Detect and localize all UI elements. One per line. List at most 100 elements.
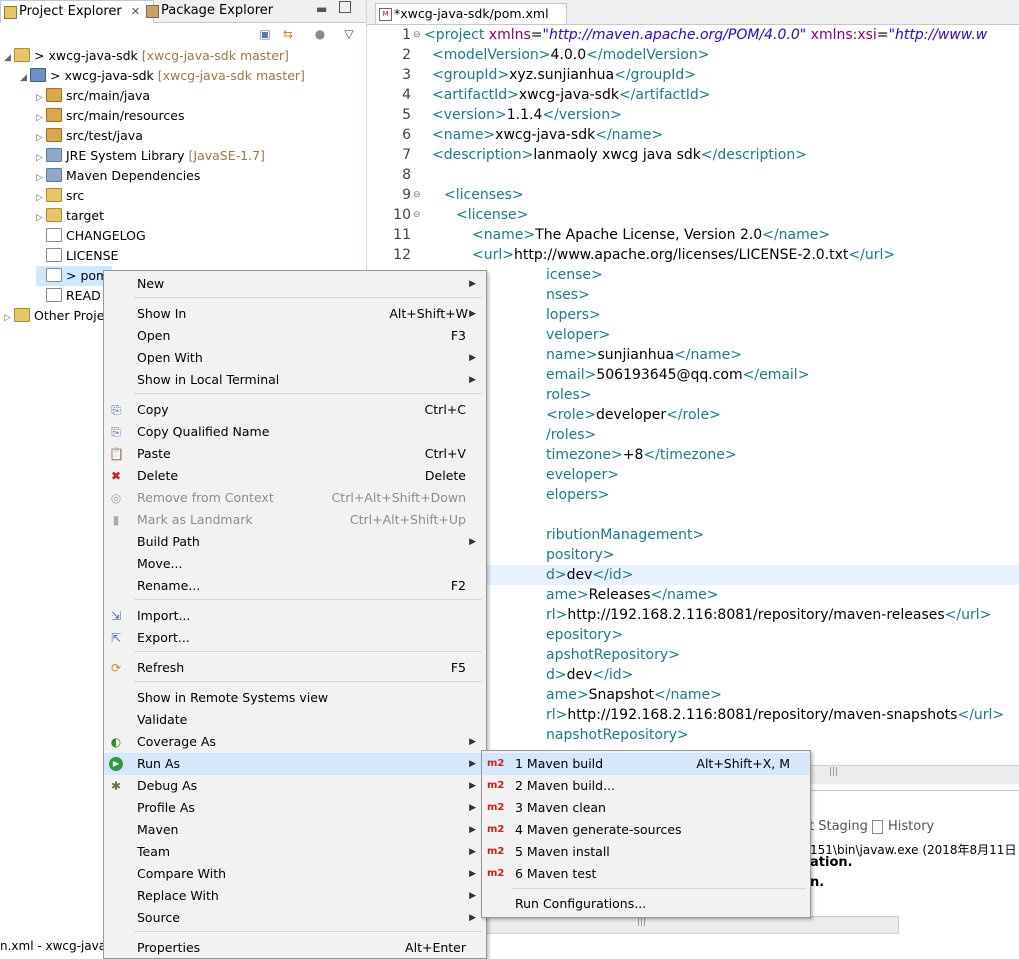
code-line[interactable]: 12 <url>http://www.apache.org/licenses/LI… [367, 245, 1019, 265]
menu-item-profile-as[interactable]: Profile As ▶ [104, 797, 486, 819]
xml-tag: </url> [944, 607, 992, 623]
view-menu-icon[interactable]: ▽ [342, 27, 356, 41]
menu-item-new[interactable]: New ▶ [104, 273, 486, 295]
tree-item[interactable]: READ [36, 286, 101, 306]
code-line[interactable]: 5 <version>1.1.4</version> [367, 105, 1019, 125]
menu-item-coverage-as[interactable]: ◐ Coverage As ▶ [104, 731, 486, 753]
menu-item-validate[interactable]: Validate [104, 709, 486, 731]
tree-root-deco: [xwcg-java-sdk master] [141, 48, 289, 63]
xml-tag: </description> [700, 147, 807, 163]
close-icon[interactable]: ✕ [131, 1, 140, 23]
minimize-icon[interactable]: ▬ [316, 2, 327, 16]
menu-item-open[interactable]: Open F3 [104, 325, 486, 347]
run-as-item-3[interactable]: m2 3 Maven clean [482, 797, 810, 819]
run-as-item-4[interactable]: m2 4 Maven generate-sources [482, 819, 810, 841]
code-content: <role>developer</role> [546, 405, 721, 425]
expand-arrow-icon[interactable]: ▷ [36, 128, 46, 148]
code-content: rl>http://192.168.2.116:8081/repository/… [546, 705, 1004, 725]
link-with-editor-icon[interactable]: ⇆ [281, 27, 295, 41]
menu-item-rename[interactable]: Rename... F2 [104, 575, 486, 597]
menu-item-refresh[interactable]: ⟳ Refresh F5 [104, 657, 486, 679]
tree-item[interactable]: ▷ src/test/java [36, 126, 143, 146]
menu-item-show-in-local-terminal[interactable]: Show in Local Terminal ▶ [104, 369, 486, 391]
horizontal-scrollbar[interactable]: ||| [807, 765, 1019, 784]
maximize-icon[interactable] [339, 1, 351, 13]
tree-item[interactable]: ▷ src [36, 186, 84, 206]
tree-item[interactable]: ▷ src/main/java [36, 86, 150, 106]
code-line[interactable]: 7 <description>lanmaoly xwcg java sdk</de… [367, 145, 1019, 165]
menu-item-show-in[interactable]: Show In Alt+Shift+W ▶ [104, 303, 486, 325]
menu-item-copy-qualified-name[interactable]: ⎘ Copy Qualified Name [104, 421, 486, 443]
collapse-all-icon[interactable]: ▣ [258, 27, 272, 41]
fold-toggle-icon[interactable]: ⊖ [413, 25, 421, 45]
tab-project-explorer[interactable]: Project Explorer ✕ [0, 0, 154, 23]
tree-item[interactable]: ▷ target [36, 206, 104, 226]
focus-icon[interactable]: ● [313, 27, 327, 41]
menu-item-compare-with[interactable]: Compare With ▶ [104, 863, 486, 885]
tree-sub-deco: [xwcg-java-sdk master] [157, 68, 305, 83]
tree-other-projects[interactable]: ▷ Other Proje [4, 306, 104, 326]
code-line[interactable]: 1 ⊖ <project xmlns="http://maven.apache.or… [367, 25, 1019, 45]
xml-tag: d> [546, 567, 567, 583]
menu-item-properties[interactable]: Properties Alt+Enter [104, 937, 486, 959]
run-as-item-6[interactable]: m2 6 Maven test [482, 863, 810, 885]
run-as-item-2[interactable]: m2 2 Maven build... [482, 775, 810, 797]
tree-item[interactable]: CHANGELOG [36, 226, 146, 246]
expand-arrow-icon[interactable]: ▷ [36, 168, 46, 188]
code-line[interactable]: 11 <name>The Apache License, Version 2.0<… [367, 225, 1019, 245]
expand-arrow-icon[interactable]: ▷ [36, 88, 46, 108]
run-as-item-5[interactable]: m2 5 Maven install [482, 841, 810, 863]
menu-item-run-as[interactable]: ▶ Run As ▶ [104, 753, 486, 775]
code-line[interactable]: 4 <artifactId>xwcg-java-sdk</artifactId> [367, 85, 1019, 105]
menu-item-export[interactable]: ⇱ Export... [104, 627, 486, 649]
expand-arrow-icon[interactable]: ▷ [36, 188, 46, 208]
tree-item[interactable]: LICENSE [36, 246, 118, 266]
expand-arrow-icon[interactable]: ▷ [4, 308, 14, 328]
menu-item-build-path[interactable]: Build Path ▶ [104, 531, 486, 553]
tree-item[interactable]: > pom [36, 266, 113, 286]
menu-item-move[interactable]: Move... [104, 553, 486, 575]
tree-sub-project[interactable]: ◢ > xwcg-java-sdk [xwcg-java-sdk master] [20, 66, 305, 86]
fold-toggle-icon[interactable]: ⊖ [413, 205, 421, 225]
tree-item[interactable]: ▷ Maven Dependencies [36, 166, 200, 186]
code-line[interactable]: 8 [367, 165, 1019, 185]
menu-item-show-in-remote-systems-view[interactable]: Show in Remote Systems view [104, 687, 486, 709]
tab-git-staging[interactable]: t Staging [809, 819, 868, 834]
expand-arrow-icon[interactable]: ▷ [36, 208, 46, 228]
expand-arrow-icon[interactable]: ▷ [36, 108, 46, 128]
tab-history[interactable]: History [888, 819, 934, 834]
code-line[interactable]: 3 <groupId>xyz.sunjianhua</groupId> [367, 65, 1019, 85]
run-as-item-1[interactable]: m2 1 Maven build Alt+Shift+X, M [482, 753, 810, 775]
menu-item-team[interactable]: Team ▶ [104, 841, 486, 863]
submenu-arrow-icon: ▶ [469, 869, 476, 879]
menu-item-paste[interactable]: 📋 Paste Ctrl+V [104, 443, 486, 465]
code-content: ame>Releases</name> [546, 585, 718, 605]
expand-arrow-icon[interactable]: ▷ [36, 148, 46, 168]
tree-item[interactable]: ▷ src/main/resources [36, 106, 184, 126]
tree-root-project[interactable]: ◢ > xwcg-java-sdk [xwcg-java-sdk master] [4, 46, 289, 66]
expand-arrow-icon[interactable]: ◢ [4, 48, 14, 68]
fold-toggle-icon[interactable]: ⊖ [413, 185, 421, 205]
console-horizontal-scrollbar[interactable]: ||| [486, 916, 899, 934]
menu-item-source[interactable]: Source ▶ [104, 907, 486, 929]
code-line[interactable]: 10 ⊖ <license> [367, 205, 1019, 225]
scroll-thumb-grip-icon[interactable]: ||| [829, 767, 838, 777]
line-number: 10 [393, 207, 411, 223]
file-icon [46, 228, 62, 242]
code-line[interactable]: 2 <modelVersion>4.0.0</modelVersion> [367, 45, 1019, 65]
run-as-item-7[interactable]: Run Configurations... [482, 893, 810, 915]
scroll-thumb-grip-icon[interactable]: ||| [637, 917, 646, 927]
expand-arrow-icon[interactable]: ◢ [20, 68, 30, 88]
menu-item-open-with[interactable]: Open With ▶ [104, 347, 486, 369]
menu-item-delete[interactable]: ✖ Delete Delete [104, 465, 486, 487]
code-line[interactable]: 9 ⊖ <licenses> [367, 185, 1019, 205]
menu-item-import[interactable]: ⇲ Import... [104, 605, 486, 627]
menu-item-copy[interactable]: ⎘ Copy Ctrl+C [104, 399, 486, 421]
editor-tab-pom[interactable]: M *xwcg-java-sdk/pom.xml [375, 3, 567, 24]
tree-item[interactable]: ▷ JRE System Library [JavaSE-1.7] [36, 146, 265, 166]
menu-item-debug-as[interactable]: ✱ Debug As ▶ [104, 775, 486, 797]
tab-package-explorer[interactable]: Package Explorer [143, 0, 301, 22]
code-line[interactable]: 6 <name>xwcg-java-sdk</name> [367, 125, 1019, 145]
menu-item-replace-with[interactable]: Replace With ▶ [104, 885, 486, 907]
menu-item-maven[interactable]: Maven ▶ [104, 819, 486, 841]
